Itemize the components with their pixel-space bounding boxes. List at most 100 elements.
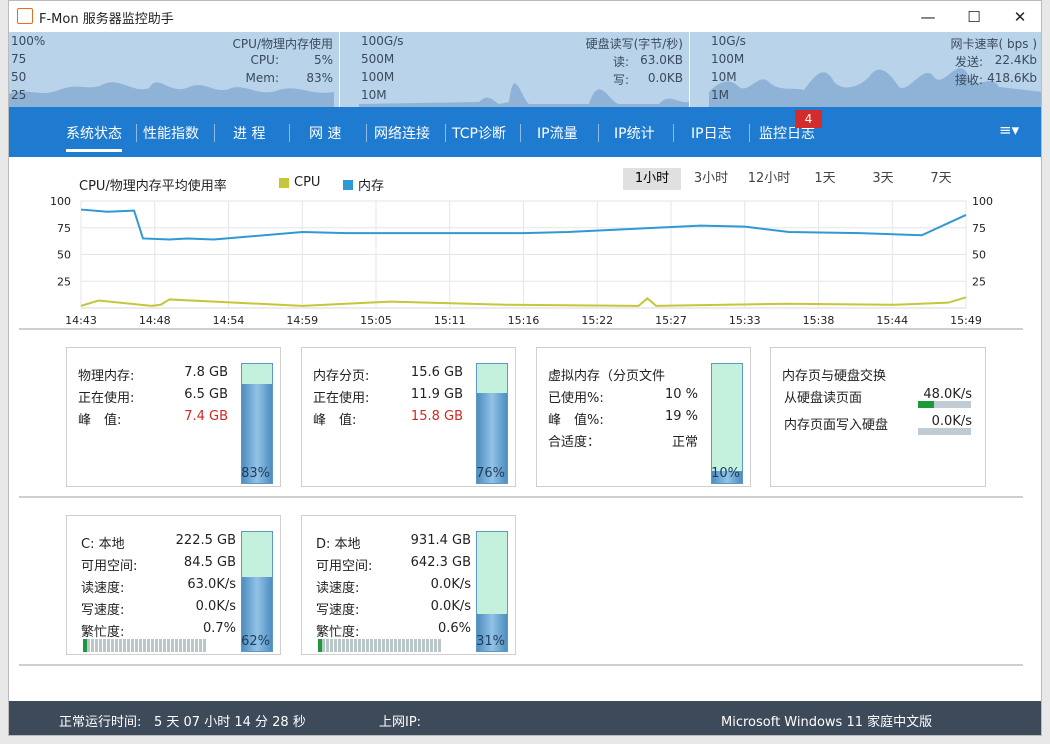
app-logo-icon [17,8,33,24]
tab-ip-stats[interactable]: IP统计 [614,123,655,143]
virt-used-label: 已使用%: [548,391,604,406]
mem-usage-percent: 83% [241,466,270,481]
disk-c-name: C: 本地 [81,537,125,552]
disk-d-busy-label: 繁忙度: [316,625,360,640]
disk-d-name: D: 本地 [316,537,361,552]
tab-separator [749,124,750,142]
net-tick-1: 10G/s [711,34,746,48]
disk-tick-2: 500M [361,52,395,66]
page-used-label: 正在使用: [313,391,370,406]
page-usage-bar: 76% [476,363,508,484]
x-tick-label: 15:27 [655,314,687,327]
notification-badge: 4 [795,110,822,128]
y-tick-label-right: 25 [972,275,986,288]
maximize-button[interactable]: ☐ [951,1,997,32]
tab-separator [214,124,215,142]
y-tick-label-left: 25 [57,275,71,288]
tab-separator [673,124,674,142]
y-tick-label-left: 50 [57,249,71,262]
tab-connections[interactable]: 网络连接 [374,123,430,143]
cpu-label: CPU: [250,53,279,67]
cpu-value: 5% [313,53,333,67]
disk-d-card: D: 本地 931.4 GB 可用空间: 642.3 GB 读速度: 0.0K/… [301,515,516,655]
mem-value: 83% [306,71,333,85]
swap-title: 内存页与硬盘交换 [782,369,887,384]
disk-d-free-label: 可用空间: [316,559,373,574]
page-usage-percent: 76% [476,466,505,481]
section-divider [19,328,1023,330]
app-title: F-Mon 服务器监控助手 [39,12,174,27]
tab-system-status[interactable]: 系统状态 [66,123,122,152]
app-window: F-Mon 服务器监控助手 — ☐ ✕ 100% 75 50 25 CPU/物理… [8,0,1042,736]
strip-divider [339,32,340,107]
tab-separator [136,124,137,142]
x-tick-label: 15:49 [950,314,982,327]
disk-c-busy-meter-fill [83,639,87,652]
disk-d-busy-meter [318,639,442,652]
swap-write-value: 0.0K/s [931,414,972,429]
uptime-label: 正常运行时间: [59,715,142,730]
cpu-tick-75: 75 [11,52,27,66]
tab-separator [289,124,290,142]
disk-tick-3: 100M [361,70,395,84]
page-peak-label: 峰 值: [313,413,357,428]
disk-c-usage-percent: 62% [241,634,270,649]
disk-c-total: 222.5 GB [175,533,236,548]
virt-usage-bar: 10% [711,363,743,484]
disk-c-busy-label: 繁忙度: [81,625,125,640]
disk-d-read-label: 读速度: [316,581,360,596]
disk-c-busy: 0.7% [202,621,236,636]
disk-c-free-label: 可用空间: [81,559,138,574]
tab-process[interactable]: 进 程 [233,123,265,143]
net-mini-panel: 10G/s 100M 10M 1M 网卡速率( bps ) 发送: 22.4Kb… [709,32,1041,107]
mem-label: Mem: [245,71,279,85]
mem-used-label: 正在使用: [78,391,135,406]
tab-ip-traffic[interactable]: IP流量 [537,123,578,143]
disk-d-usage-percent: 31% [476,634,505,649]
net-tick-2: 100M [711,52,745,66]
os-info: Microsoft Windows 11 家庭中文版 [721,715,933,730]
tab-net-speed[interactable]: 网 速 [309,123,341,143]
page-peak-value: 15.8 GB [410,409,463,424]
x-tick-label: 15:33 [729,314,761,327]
mem-peak-value: 7.4 GB [184,409,228,424]
x-tick-label: 15:05 [360,314,392,327]
tab-tcp-diagnose[interactable]: TCP诊断 [452,123,506,143]
x-tick-label: 15:22 [581,314,613,327]
paged-memory-card: 内存分页: 15.6 GB 正在使用: 11.9 GB 峰 值: 15.8 GB… [301,347,516,487]
menu-icon[interactable]: ≡▾ [999,121,1019,139]
virt-fitness-value: 正常 [671,435,698,450]
y-tick-label-right: 75 [972,222,986,235]
disk-c-write: 0.0K/s [195,599,236,614]
tab-separator [445,124,446,142]
x-tick-label: 14:54 [213,314,245,327]
minimize-button[interactable]: — [905,1,951,32]
disk-c-busy-meter [83,639,207,652]
x-tick-label: 15:44 [876,314,908,327]
net-recv-value: 418.6Kb [987,71,1037,85]
tab-separator [366,124,367,142]
net-tick-3: 10M [711,70,737,84]
disk-d-total: 931.4 GB [410,533,471,548]
cpu-tick-25: 25 [11,88,27,102]
virt-used-value: 10 % [664,387,698,402]
close-button[interactable]: ✕ [997,1,1041,32]
swap-read-meter [918,401,971,408]
cpu-tick-50: 50 [11,70,27,84]
net-send-label: 发送: [954,55,983,69]
disk-d-free: 642.3 GB [410,555,471,570]
disk-tick-4: 10M [361,88,387,102]
page-swap-card: 内存页与硬盘交换 从硬盘读页面 48.0K/s 内存页面写入硬盘 0.0K/s [770,347,986,487]
net-tick-4: 1M [711,88,729,102]
disk-d-read: 0.0K/s [430,577,471,592]
disk-d-busy-meter-fill [318,639,322,652]
tab-ip-log[interactable]: IP日志 [691,123,732,143]
x-tick-label: 14:43 [65,314,97,327]
tab-performance[interactable]: 性能指数 [143,123,199,143]
status-bar: 正常运行时间: 5 天 07 小时 14 分 28 秒 上网IP: Micros… [9,701,1041,735]
virt-title: 虚拟内存（分页文件 [548,369,666,384]
disk-write-label: 写: [612,73,629,87]
swap-read-label: 从硬盘读页面 [784,391,863,406]
page-total-value: 15.6 GB [410,365,463,380]
swap-write-label: 内存页面写入硬盘 [784,418,889,433]
